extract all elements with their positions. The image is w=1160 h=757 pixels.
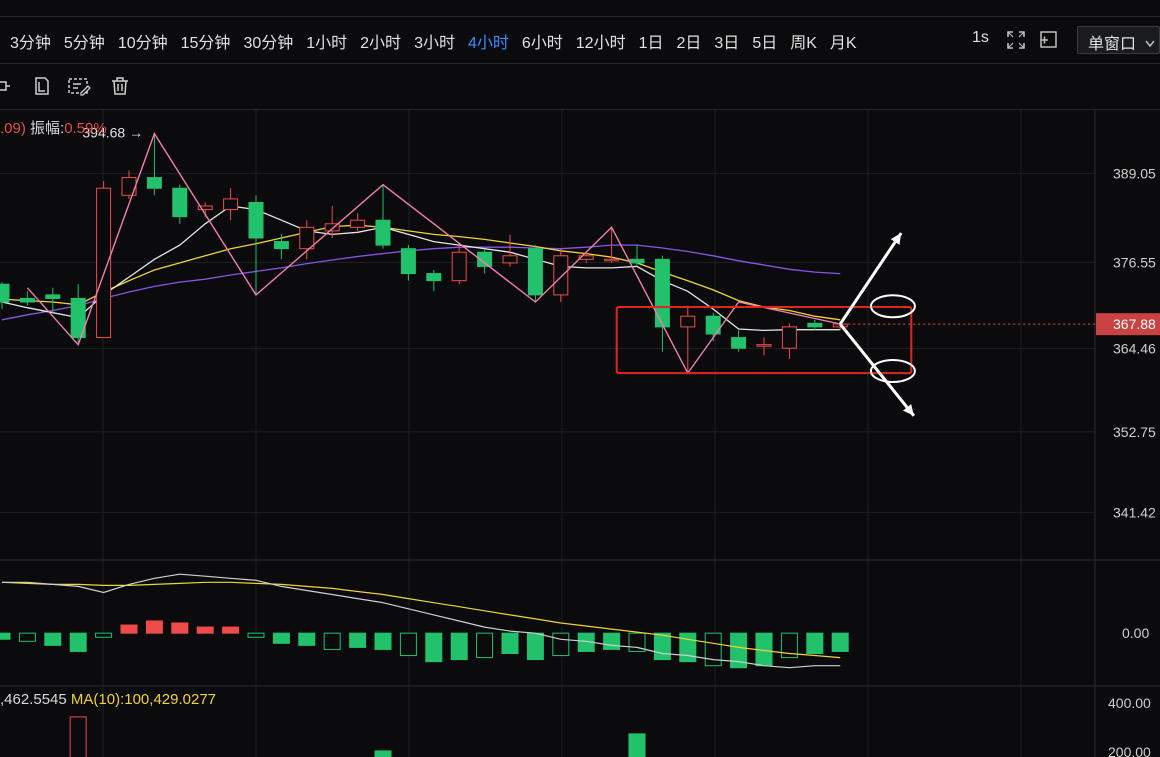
macd-hist-bar: [831, 632, 849, 652]
candle-body: [502, 255, 518, 264]
price-axis-tick: 364.46: [1113, 341, 1156, 357]
candle-body: [629, 258, 645, 264]
macd-hist-bar: [272, 632, 290, 644]
ma-line-yellow: [1, 224, 841, 321]
macd-hist-bar: [222, 626, 240, 634]
candle-body: [654, 258, 670, 328]
candle-body: [146, 177, 162, 189]
macd-hist-bar: [450, 632, 468, 661]
candle-body: [756, 344, 772, 347]
candle-body: [350, 219, 366, 228]
macd-hist-bar: [425, 632, 443, 663]
candle-body: [680, 315, 696, 328]
macd-hist-bar: [323, 632, 341, 650]
candle-body: [604, 258, 620, 262]
price-axis-tick: 376.55: [1113, 255, 1156, 271]
macd-hist-bar: [171, 622, 189, 634]
ma-line-white: [1, 205, 841, 332]
zigzag-line: [26, 132, 841, 375]
macd-hist-bar: [69, 632, 87, 652]
partial-value: .09): [0, 120, 26, 137]
volume-bar: [69, 716, 87, 757]
macd-hist-bar: [95, 632, 113, 638]
volume-axis-tick: 400.00: [1108, 695, 1151, 711]
candle-info: .09) 振幅:0.59%: [0, 117, 107, 138]
macd-hist-bar: [247, 632, 265, 638]
candle-body: [45, 294, 61, 299]
macd-hist-bar: [399, 632, 417, 657]
volume-bar: [628, 733, 646, 757]
volume-ma5-partial: ,462.5545: [0, 691, 67, 708]
price-axis-tick: 389.05: [1113, 166, 1156, 182]
macd-hist-bar: [44, 632, 62, 646]
amplitude-value: 0.59%: [64, 120, 107, 137]
macd-zero-label: 0.00: [1122, 625, 1149, 641]
macd-hist-bar: [349, 632, 367, 648]
candle-body: [19, 297, 35, 303]
candle-body: [781, 326, 797, 349]
amplitude-label: 振幅:: [30, 120, 65, 137]
volume-ma10: MA(10):100,429.0277: [70, 691, 217, 708]
macd-hist-bar: [0, 632, 11, 640]
trend-arrow-line: [839, 323, 916, 417]
macd-hist-bar: [603, 632, 621, 650]
candle-body: [731, 337, 747, 349]
price-axis-tick: 341.42: [1113, 504, 1156, 520]
volume-axis-tick: 200.00: [1108, 744, 1151, 757]
macd-hist-bar: [196, 626, 214, 634]
macd-hist-bar: [18, 632, 36, 642]
candle-body: [248, 201, 264, 239]
price-chart[interactable]: 389.05376.55364.46352.75341.42394.68 →36…: [0, 0, 1160, 757]
macd-hist-bar: [298, 632, 316, 646]
macd-hist-bar: [145, 620, 163, 634]
macd-hist-bar: [704, 632, 722, 667]
candle-body: [807, 322, 823, 328]
macd-hist-bar: [476, 632, 494, 659]
candle-body: [223, 198, 239, 211]
candle-body: [375, 219, 391, 246]
candle-body: [400, 248, 416, 275]
macd-hist-bar: [653, 632, 671, 661]
candle-body: [553, 255, 569, 296]
trend-arrow-line: [838, 232, 903, 325]
volume-bar: [374, 750, 392, 757]
candle-body: [96, 187, 112, 339]
ma-line-purple: [1, 244, 841, 321]
macd-hist-bar: [501, 632, 519, 655]
macd-hist-bar: [806, 632, 824, 655]
candle-body: [299, 226, 315, 250]
volume-ma-info: ,462.5545 MA(10):100,429.0277: [0, 691, 216, 708]
macd-hist-bar: [120, 624, 138, 634]
macd-hist-bar: [552, 632, 570, 657]
candle-body: [451, 251, 467, 282]
candle-body: [172, 187, 188, 218]
price-axis-tick: 352.75: [1113, 424, 1156, 440]
candle-body: [527, 248, 543, 296]
candle-body: [273, 241, 289, 250]
candle-body: [121, 177, 137, 196]
macd-hist-bar: [679, 632, 697, 663]
macd-hist-bar: [374, 632, 392, 650]
current-price-label: 367.88: [1113, 316, 1156, 332]
candle-body: [426, 273, 442, 282]
candle-body: [0, 283, 10, 303]
macd-hist-bar: [526, 632, 544, 661]
